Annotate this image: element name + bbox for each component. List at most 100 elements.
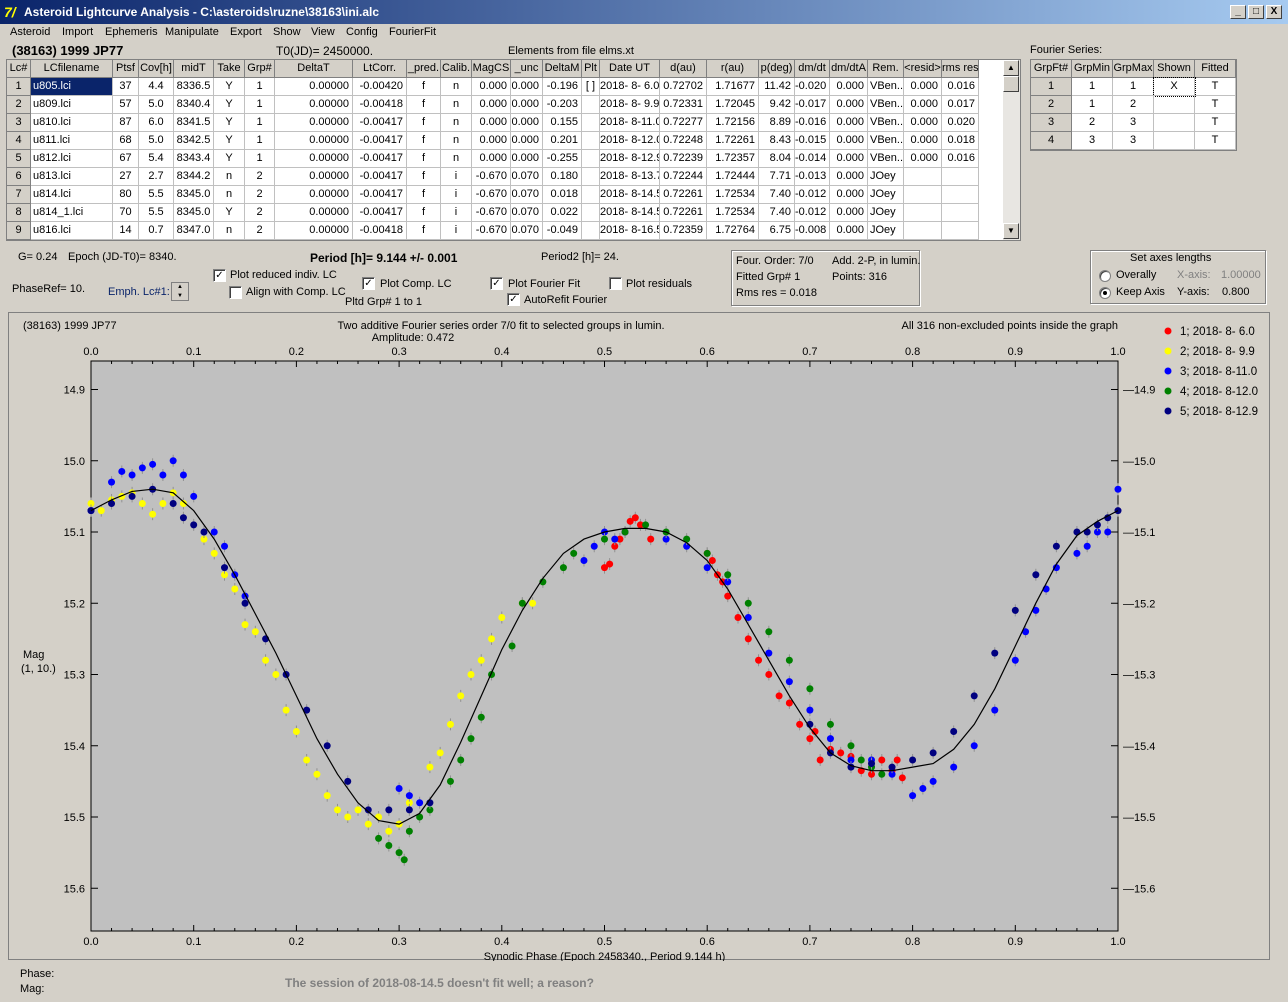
table-cell[interactable]: n — [214, 168, 245, 186]
fourier-column-header[interactable]: GrpMin — [1072, 60, 1113, 78]
table-cell[interactable] — [582, 204, 600, 222]
column-header[interactable]: Ptsf — [113, 60, 139, 78]
menu-fourierfit[interactable]: FourierFit — [389, 26, 436, 38]
column-header[interactable]: Lc# — [7, 60, 31, 78]
scroll-thumb[interactable] — [1003, 76, 1019, 92]
table-cell[interactable]: 5.5 — [139, 186, 174, 204]
table-cell[interactable]: u814_1.lci — [31, 204, 113, 222]
table-cell[interactable]: 11.42 — [759, 78, 795, 96]
table-cell[interactable]: 1.72357 — [707, 150, 759, 168]
fourier-column-header[interactable]: Fitted — [1195, 60, 1236, 78]
table-cell[interactable]: VBen.. — [868, 132, 904, 150]
table-cell[interactable]: 0.022 — [543, 204, 582, 222]
table-cell[interactable] — [582, 168, 600, 186]
table-cell[interactable]: 37 — [113, 78, 139, 96]
table-cell[interactable]: 2018- 8-14.5 — [600, 204, 660, 222]
table-cell[interactable]: 0.000 — [904, 132, 942, 150]
table-cell[interactable]: -0.00417 — [353, 168, 407, 186]
table-cell[interactable]: 0.00000 — [275, 78, 353, 96]
fourier-row-header[interactable]: 1 — [1031, 78, 1072, 96]
table-cell[interactable]: 8.43 — [759, 132, 795, 150]
table-cell[interactable]: 2 — [245, 186, 275, 204]
table-cell[interactable]: 0.00000 — [275, 204, 353, 222]
table-cell[interactable]: 0.00000 — [275, 132, 353, 150]
table-cell[interactable]: 0.00000 — [275, 222, 353, 240]
table-cell[interactable]: -0.00417 — [353, 114, 407, 132]
table-cell[interactable]: f — [407, 204, 441, 222]
table-cell[interactable]: n — [441, 78, 472, 96]
table-cell[interactable]: 0.070 — [511, 222, 543, 240]
table-cell[interactable]: 0.000 — [472, 150, 511, 168]
table-cell[interactable]: f — [407, 168, 441, 186]
table-cell[interactable] — [904, 168, 942, 186]
scroll-down-icon[interactable]: ▼ — [1003, 223, 1019, 239]
table-cell[interactable]: 0.000 — [511, 132, 543, 150]
column-header[interactable]: Date UT — [600, 60, 660, 78]
table-cell[interactable]: 0.000 — [511, 78, 543, 96]
table-cell[interactable]: 2018- 8-16.5 — [600, 222, 660, 240]
table-cell[interactable]: 8336.5 — [174, 78, 214, 96]
table-cell[interactable]: 4.4 — [139, 78, 174, 96]
maximize-button[interactable]: □ — [1248, 5, 1264, 19]
table-cell[interactable] — [904, 204, 942, 222]
table-cell[interactable]: 7.40 — [759, 204, 795, 222]
table-cell[interactable]: 0.72261 — [660, 186, 707, 204]
spin-down-icon[interactable]: ▼ — [172, 292, 188, 301]
table-cell[interactable] — [904, 186, 942, 204]
table-cell[interactable]: -0.00417 — [353, 186, 407, 204]
table-cell[interactable]: 0.72277 — [660, 114, 707, 132]
table-cell[interactable]: 0.017 — [942, 96, 979, 114]
table-cell[interactable]: n — [441, 132, 472, 150]
fourier-cell[interactable]: T — [1195, 96, 1236, 114]
table-cell[interactable]: 1 — [245, 114, 275, 132]
plot-residuals-checkbox[interactable] — [609, 277, 622, 290]
column-header[interactable]: MagCS — [472, 60, 511, 78]
table-cell[interactable]: -0.015 — [795, 132, 830, 150]
table-cell[interactable] — [942, 222, 979, 240]
table-cell[interactable]: 1.72045 — [707, 96, 759, 114]
table-cell[interactable]: -0.670 — [472, 222, 511, 240]
table-cell[interactable]: 7.71 — [759, 168, 795, 186]
menu-ephemeris[interactable]: Ephemeris — [105, 26, 158, 38]
fourier-column-header[interactable]: Shown — [1154, 60, 1195, 78]
table-cell[interactable]: 8343.4 — [174, 150, 214, 168]
table-cell[interactable]: 5.5 — [139, 204, 174, 222]
table-cell[interactable]: -0.012 — [795, 204, 830, 222]
table-cell[interactable]: -0.020 — [795, 78, 830, 96]
table-cell[interactable]: f — [407, 96, 441, 114]
table-cell[interactable]: i — [441, 222, 472, 240]
table-cell[interactable]: -0.00417 — [353, 132, 407, 150]
table-cell[interactable]: 1.72444 — [707, 168, 759, 186]
table-cell[interactable]: u809.lci — [31, 96, 113, 114]
column-header[interactable]: d(au) — [660, 60, 707, 78]
fourier-cell[interactable]: 3 — [1113, 114, 1154, 132]
table-cell[interactable]: 2018- 8-14.5 — [600, 186, 660, 204]
column-header[interactable]: p(deg) — [759, 60, 795, 78]
column-header[interactable]: Cov[h] — [139, 60, 174, 78]
table-cell[interactable]: 1.72764 — [707, 222, 759, 240]
table-cell[interactable]: -0.012 — [795, 186, 830, 204]
column-header[interactable]: DeltaT — [275, 60, 353, 78]
table-cell[interactable]: n — [214, 186, 245, 204]
row-header[interactable]: 6 — [7, 168, 31, 186]
table-cell[interactable]: n — [441, 150, 472, 168]
table-cell[interactable]: 7.40 — [759, 186, 795, 204]
fourier-cell[interactable] — [1154, 114, 1195, 132]
fourier-column-header[interactable]: GrpMax — [1113, 60, 1154, 78]
autorefit-checkbox[interactable]: ✓ — [507, 293, 520, 306]
lightcurve-table[interactable]: Lc# LCfilename Ptsf Cov[h] midT Take Grp# Delta… — [6, 59, 1021, 241]
menu-view[interactable]: View — [311, 26, 335, 38]
table-cell[interactable]: JOey — [868, 204, 904, 222]
table-cell[interactable]: JOey — [868, 168, 904, 186]
table-cell[interactable]: 8340.4 — [174, 96, 214, 114]
menu-show[interactable]: Show — [273, 26, 301, 38]
table-cell[interactable]: 8341.5 — [174, 114, 214, 132]
table-cell[interactable]: 5.4 — [139, 150, 174, 168]
table-cell[interactable]: f — [407, 78, 441, 96]
table-cell[interactable]: VBen.. — [868, 96, 904, 114]
table-cell[interactable]: 2 — [245, 222, 275, 240]
fourier-cell[interactable]: 1 — [1113, 78, 1154, 96]
table-cell[interactable]: 6.75 — [759, 222, 795, 240]
table-cell[interactable]: 0.000 — [830, 96, 868, 114]
table-cell[interactable]: 0.72248 — [660, 132, 707, 150]
